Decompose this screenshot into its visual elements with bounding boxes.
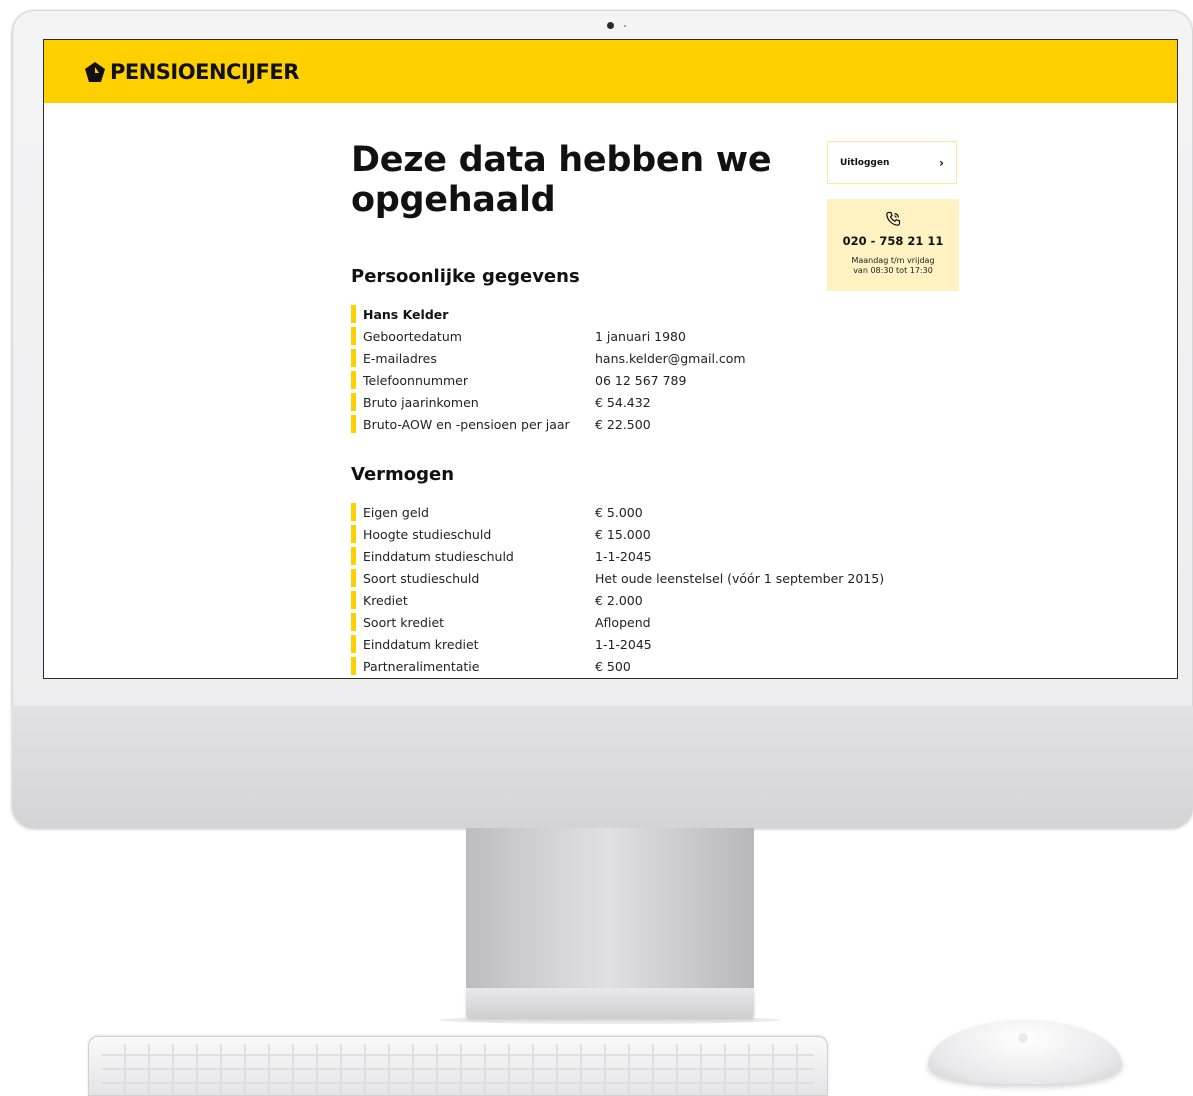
- row-label: Eigen geld: [363, 504, 429, 520]
- row-value: € 500: [595, 658, 631, 674]
- row-value: € 54.432: [595, 394, 651, 410]
- row-label: E-mailadres: [363, 350, 437, 366]
- list-item: Partneralimentatie € 500: [351, 655, 911, 677]
- opening-days: Maandag t/m vrijdag: [851, 256, 935, 265]
- row-label: Hoogte studieschuld: [363, 526, 492, 542]
- personal-details-list: Hans Kelder Geboortedatum 1 januari 1980…: [351, 303, 911, 435]
- list-item: E-mailadres hans.kelder@gmail.com: [351, 347, 911, 369]
- list-item: Eigen geld € 5.000: [351, 501, 911, 523]
- row-label: Partneralimentatie: [363, 658, 480, 674]
- row-marker: [351, 591, 356, 609]
- row-marker: [351, 327, 356, 345]
- mouse: [928, 1020, 1122, 1084]
- header-bar: PENSIOENCIJFER: [44, 40, 1177, 103]
- row-label: Soort krediet: [363, 614, 445, 630]
- chevron-right-icon: ›: [939, 155, 944, 170]
- row-marker: [351, 371, 356, 389]
- row-marker: [351, 349, 356, 367]
- row-marker: [351, 657, 356, 675]
- row-marker: [351, 569, 356, 587]
- keyboard-keys: [102, 1044, 814, 1096]
- row-value: Het oude leenstelsel (vóór 1 september 2…: [595, 570, 885, 586]
- row-marker: [351, 503, 356, 521]
- list-item: Einddatum studieschuld 1-1-2045: [351, 545, 911, 567]
- list-item: Soort krediet Aflopend: [351, 611, 911, 633]
- row-label: Geboortedatum: [363, 328, 462, 344]
- assets-list: Eigen geld € 5.000 Hoogte studieschuld €…: [351, 501, 911, 677]
- camera-icon: [607, 22, 614, 29]
- row-label: Telefoonnummer: [363, 372, 469, 388]
- row-value: hans.kelder@gmail.com: [595, 350, 746, 366]
- row-value: € 2.000: [595, 592, 643, 608]
- row-value: € 5.000: [595, 504, 643, 520]
- row-marker: [351, 525, 356, 543]
- row-value: 1-1-2045: [595, 548, 652, 564]
- row-value: € 22.500: [595, 416, 651, 432]
- row-label: Einddatum krediet: [363, 636, 479, 652]
- row-label: Bruto-AOW en -pensioen per jaar: [363, 416, 570, 432]
- logout-button[interactable]: Uitloggen ›: [827, 141, 957, 184]
- list-item: Hans Kelder: [351, 303, 911, 325]
- list-item: Bruto-AOW en -pensioen per jaar € 22.500: [351, 413, 911, 435]
- screen: PENSIOENCIJFER Deze data hebben we opgeh…: [43, 39, 1178, 679]
- brand-name: PENSIOENCIJFER: [110, 60, 299, 84]
- row-marker: [351, 415, 356, 433]
- person-name: Hans Kelder: [363, 306, 449, 322]
- imac-chin: [12, 706, 1193, 828]
- row-value: 06 12 567 789: [595, 372, 687, 388]
- list-item: Einddatum krediet 1-1-2045: [351, 633, 911, 655]
- contact-card: 020 - 758 21 11 Maandag t/m vrijdag van …: [827, 199, 959, 291]
- list-item: Krediet € 2.000: [351, 589, 911, 611]
- row-marker: [351, 305, 356, 323]
- list-item: Bruto jaarinkomen € 54.432: [351, 391, 911, 413]
- phone-icon: [886, 211, 901, 226]
- row-label: Einddatum studieschuld: [363, 548, 514, 564]
- section-title-personal: Persoonlijke gegevens: [351, 266, 580, 287]
- logo-mark-icon: [85, 62, 105, 82]
- row-label: Krediet: [363, 592, 408, 608]
- list-item: Soort studieschuld Het oude leenstelsel …: [351, 567, 911, 589]
- keyboard: [88, 1036, 828, 1096]
- list-item: Geboortedatum 1 januari 1980: [351, 325, 911, 347]
- page-title: Deze data hebben we opgehaald: [351, 140, 772, 220]
- row-marker: [351, 635, 356, 653]
- row-value: 1-1-2045: [595, 636, 652, 652]
- apple-logo-icon: [1018, 1033, 1028, 1043]
- row-marker: [351, 393, 356, 411]
- row-marker: [351, 613, 356, 631]
- brand-logo[interactable]: PENSIOENCIJFER: [84, 60, 299, 84]
- list-item: Hoogte studieschuld € 15.000: [351, 523, 911, 545]
- row-value: € 15.000: [595, 526, 651, 542]
- row-label: Soort studieschuld: [363, 570, 480, 586]
- phone-number[interactable]: 020 - 758 21 11: [827, 234, 959, 248]
- row-marker: [351, 547, 356, 565]
- row-value: Aflopend: [595, 614, 651, 630]
- camera-sensor-icon: [624, 25, 626, 27]
- list-item: Telefoonnummer 06 12 567 789: [351, 369, 911, 391]
- row-label: Bruto jaarinkomen: [363, 394, 479, 410]
- row-value: 1 januari 1980: [595, 328, 686, 344]
- opening-hours: van 08:30 tot 17:30: [853, 266, 933, 275]
- section-title-assets: Vermogen: [351, 464, 455, 485]
- imac-stand-neck: [466, 828, 754, 988]
- imac-stand-foot: [466, 988, 754, 1018]
- logout-label: Uitloggen: [840, 157, 890, 168]
